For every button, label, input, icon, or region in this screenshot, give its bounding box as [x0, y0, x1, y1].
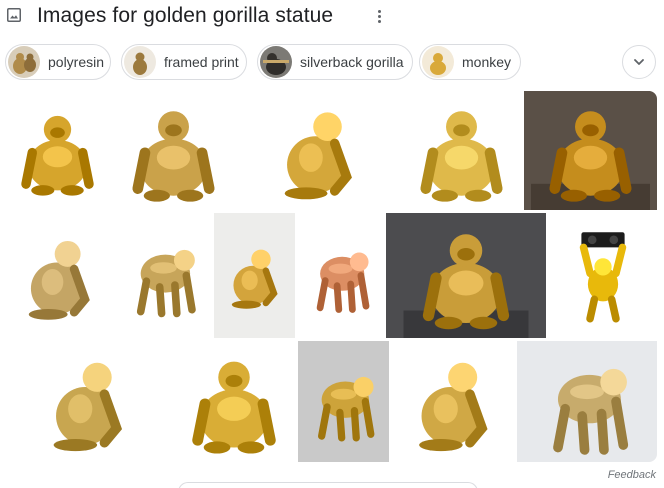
gorilla-statue-image — [298, 233, 383, 318]
image-result[interactable] — [549, 213, 657, 338]
gorilla-statue-image — [549, 221, 657, 330]
image-result[interactable] — [214, 213, 295, 338]
gorilla-statue-image — [114, 91, 233, 210]
chip-label: silverback gorilla — [300, 54, 404, 70]
more-vert-icon[interactable] — [369, 6, 389, 26]
image-result[interactable] — [298, 341, 389, 462]
more-images-bar[interactable] — [178, 482, 478, 488]
image-result[interactable] — [386, 213, 546, 338]
image-result[interactable] — [392, 341, 514, 462]
gorilla-statue-image — [5, 98, 110, 203]
gorilla-statue-image — [27, 341, 148, 462]
image-grid — [5, 91, 657, 462]
gorilla-statue-image — [214, 235, 295, 316]
image-result[interactable] — [5, 341, 170, 462]
image-result[interactable] — [173, 341, 295, 462]
gorilla-statue-image — [402, 91, 521, 210]
chip-thumbnail — [260, 46, 292, 78]
image-result[interactable] — [524, 91, 657, 210]
chevron-down-icon — [634, 59, 644, 65]
image-icon — [7, 8, 21, 22]
image-result[interactable] — [113, 91, 234, 210]
chip-polyresin[interactable]: polyresin — [5, 44, 111, 80]
chip-framed-print[interactable]: framed print — [121, 44, 247, 80]
gorilla-statue-image — [392, 341, 514, 462]
image-results-header: Images for golden gorilla statue — [0, 0, 664, 34]
image-result[interactable] — [5, 213, 113, 338]
image-result[interactable] — [517, 341, 657, 462]
gorilla-statue-image — [173, 341, 295, 462]
chip-label: framed print — [164, 54, 239, 70]
chip-monkey[interactable]: monkey — [419, 44, 521, 80]
image-result[interactable] — [5, 91, 110, 210]
image-result[interactable] — [298, 213, 383, 338]
gorilla-statue-image — [531, 91, 650, 210]
chip-label: polyresin — [48, 54, 105, 70]
expand-chips-button[interactable] — [622, 45, 656, 79]
feedback-link[interactable]: Feedback — [608, 469, 656, 481]
chip-thumbnail — [8, 46, 40, 78]
chip-silverback-gorilla[interactable]: silverback gorilla — [257, 44, 413, 80]
image-result[interactable] — [116, 213, 211, 338]
chip-thumbnail — [422, 46, 454, 78]
chip-thumbnail — [124, 46, 156, 78]
gorilla-statue-image — [258, 91, 378, 210]
gorilla-statue-image — [5, 221, 113, 330]
gorilla-statue-image — [116, 228, 211, 323]
chip-label: monkey — [462, 54, 512, 70]
gorilla-statue-image — [403, 213, 529, 338]
gorilla-statue-image — [526, 341, 648, 462]
section-title: Images for golden gorilla statue — [37, 4, 334, 27]
image-result[interactable] — [402, 91, 521, 210]
image-result[interactable] — [237, 91, 399, 210]
gorilla-statue-image — [298, 356, 389, 447]
